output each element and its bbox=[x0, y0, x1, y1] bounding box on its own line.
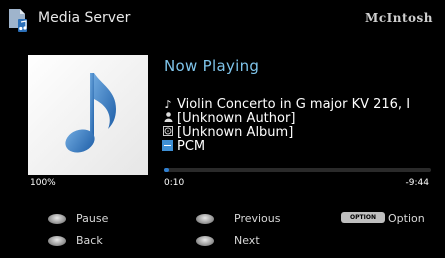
next-label[interactable]: Next bbox=[234, 234, 260, 247]
now-playing-heading: Now Playing bbox=[164, 57, 260, 75]
back-label[interactable]: Back bbox=[76, 234, 103, 247]
remaining-time: -9:44 bbox=[405, 178, 429, 188]
app-title: Media Server bbox=[38, 10, 131, 26]
pause-label[interactable]: Pause bbox=[76, 212, 108, 225]
brand-logo: McIntosh bbox=[365, 11, 433, 25]
pause-button-icon[interactable] bbox=[48, 214, 66, 224]
track-title: Violin Concerto in G major KV 216, I bbox=[177, 97, 411, 112]
album-name: [Unknown Album] bbox=[177, 125, 294, 140]
progress-bar[interactable] bbox=[164, 168, 431, 172]
music-note-icon: ♪ bbox=[164, 98, 172, 111]
volume-level: 100% bbox=[30, 178, 56, 188]
audio-format: PCM bbox=[177, 139, 206, 154]
music-file-icon bbox=[7, 8, 31, 34]
back-button-icon[interactable] bbox=[48, 236, 66, 246]
option-label[interactable]: Option bbox=[388, 212, 425, 225]
progress-fill bbox=[164, 168, 169, 172]
person-icon bbox=[162, 112, 174, 126]
album-row: [Unknown Album] bbox=[162, 126, 293, 140]
next-button-icon[interactable] bbox=[196, 236, 214, 246]
disc-icon bbox=[162, 126, 174, 140]
previous-button-icon[interactable] bbox=[196, 214, 214, 224]
album-art bbox=[28, 55, 148, 175]
elapsed-time: 0:10 bbox=[164, 178, 185, 188]
music-note-icon bbox=[65, 73, 116, 153]
waveform-icon bbox=[162, 140, 173, 151]
previous-label[interactable]: Previous bbox=[234, 212, 281, 225]
artist-name: [Unknown Author] bbox=[177, 111, 296, 126]
artist-row: [Unknown Author] bbox=[162, 112, 295, 126]
track-row: ♪ Violin Concerto in G major KV 216, I bbox=[162, 98, 410, 112]
option-key[interactable]: OPTION bbox=[341, 212, 385, 223]
format-row: PCM bbox=[162, 140, 205, 154]
